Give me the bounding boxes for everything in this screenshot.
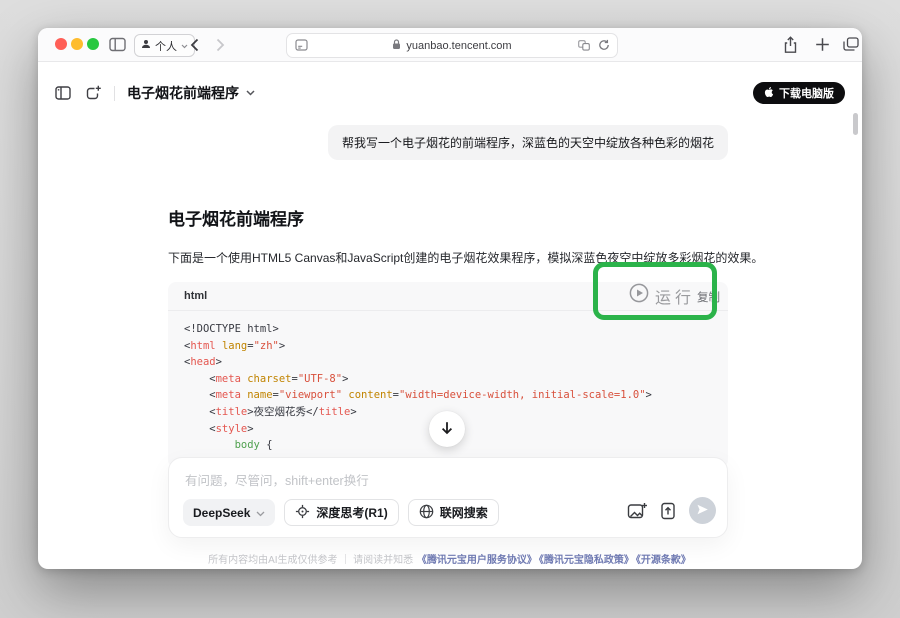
traffic-close-button[interactable] [55, 38, 67, 50]
panel-toggle-icon[interactable] [55, 86, 71, 100]
scrollbar-thumb[interactable] [853, 113, 858, 135]
download-desktop-button[interactable]: 下载电脑版 [753, 82, 845, 104]
arrow-down-icon [439, 420, 455, 439]
response-title: 电子烟花前端程序 [168, 205, 728, 230]
chevron-down-icon [256, 506, 265, 520]
deep-think-icon [295, 504, 310, 522]
user-message-bubble: 帮我写一个电子烟花的前端程序，深蓝色的天空中绽放各种色彩的烟花 [328, 125, 728, 160]
composer: DeepSeek 深度思考(R1) 联网搜索 [168, 457, 728, 538]
person-icon [141, 39, 151, 52]
scroll-to-bottom-button[interactable] [429, 411, 465, 447]
run-button[interactable]: 运行 [629, 283, 695, 308]
code-line: <meta name="viewport" content="width=dev… [184, 387, 712, 404]
traffic-minimize-button[interactable] [71, 38, 83, 50]
response-intro: 下面是一个使用HTML5 Canvas和JavaScript创建的电子烟花效果程… [168, 249, 728, 266]
message-input[interactable] [185, 470, 705, 496]
code-language-label: html [184, 290, 207, 302]
code-line: <!DOCTYPE html> [184, 321, 712, 338]
footer-link[interactable]: 《腾讯元宝用户服务协议》 [417, 555, 537, 566]
share-icon[interactable] [783, 36, 798, 54]
safari-window: 个人 yuanbao.tencent.com [38, 28, 862, 569]
chat-area: 帮我写一个电子烟花的前端程序，深蓝色的天空中绽放各种色彩的烟花 电子烟花前端程序… [168, 28, 728, 468]
send-button[interactable] [689, 497, 716, 524]
footer-separator: ｜ [340, 555, 350, 566]
traffic-zoom-button[interactable] [87, 38, 99, 50]
deep-think-label: 深度思考(R1) [316, 504, 387, 521]
footer-link[interactable]: 《开源条款》 [636, 555, 691, 566]
code-line: <html lang="zh"> [184, 338, 712, 355]
new-chat-icon[interactable] [85, 85, 102, 101]
deep-think-toggle[interactable]: 深度思考(R1) [284, 499, 398, 526]
upload-file-icon[interactable] [660, 502, 676, 520]
tab-overview-icon[interactable] [843, 37, 859, 51]
model-selector[interactable]: DeepSeek [183, 499, 275, 526]
web-search-toggle[interactable]: 联网搜索 [408, 499, 499, 526]
web-search-label: 联网搜索 [440, 504, 488, 521]
run-label: 运行 [655, 284, 695, 308]
play-circle-icon [629, 283, 649, 308]
code-line: <head> [184, 354, 712, 371]
globe-icon [419, 504, 434, 522]
download-label: 下载电脑版 [779, 85, 834, 101]
upload-image-icon[interactable] [627, 502, 647, 520]
footer-disclaimer: 所有内容均由AI生成仅供参考 [208, 555, 337, 566]
code-block-header: html 运行 复制 [168, 282, 728, 311]
code-line: <meta charset="UTF-8"> [184, 371, 712, 388]
send-icon [696, 503, 709, 519]
footer-notice: 请阅读并知悉 [353, 555, 413, 566]
model-label: DeepSeek [193, 506, 250, 520]
browser-sidebar-icon[interactable] [109, 37, 126, 52]
footer-links: 《腾讯元宝用户服务协议》《腾讯元宝隐私政策》《开源条款》 [416, 555, 692, 566]
new-tab-icon[interactable] [815, 37, 830, 52]
footer: 所有内容均由AI生成仅供参考 ｜ 请阅读并知悉 《腾讯元宝用户服务协议》《腾讯元… [38, 551, 862, 566]
desktop: 个人 yuanbao.tencent.com [0, 0, 900, 618]
footer-link[interactable]: 《腾讯元宝隐私政策》 [539, 555, 634, 566]
divider [114, 86, 115, 101]
copy-button[interactable]: 复制 [697, 289, 720, 305]
apple-logo-icon [764, 86, 774, 101]
